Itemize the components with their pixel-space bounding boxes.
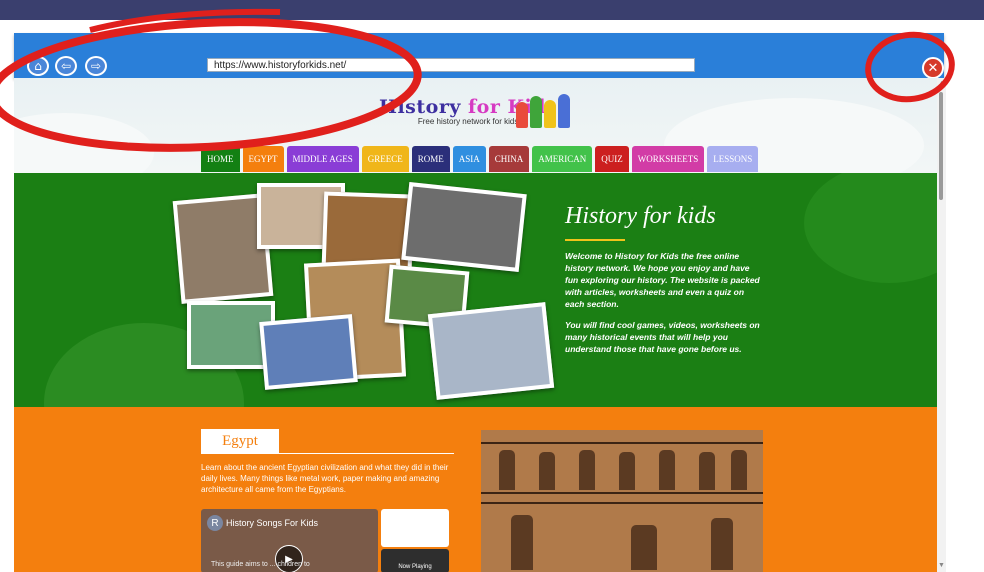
hero-title: History for kids — [565, 203, 716, 229]
photo-parthenon — [427, 302, 555, 400]
video-thumbnail[interactable] — [381, 509, 449, 547]
hero-paragraph-2: You will find cool games, videos, worksh… — [565, 320, 760, 354]
url-bar[interactable]: https://www.historyforkids.net/ — [207, 58, 695, 72]
page-scrollbar[interactable]: ▲ ▼ — [937, 78, 946, 572]
back-arrow-icon[interactable]: ⇦ — [55, 56, 77, 76]
nav-tab-middle-ages[interactable]: MIDDLE AGES — [286, 146, 359, 172]
hero-section: History for kids Welcome to History for … — [14, 173, 937, 407]
now-playing-thumbnail[interactable]: Now Playing — [381, 549, 449, 572]
video-caption: This guide aims to ... children to — [211, 561, 310, 568]
hero-paragraph-1: Welcome to History for Kids the free onl… — [565, 251, 760, 309]
nav-tab-asia[interactable]: ASIA — [452, 146, 486, 172]
egypt-heading[interactable]: Egypt — [201, 429, 279, 453]
nav-tab-american[interactable]: AMERICAN — [532, 146, 593, 172]
egyptian-papyrus-image — [481, 430, 763, 572]
nav-tab-egypt[interactable]: EGYPT — [242, 146, 284, 172]
scroll-thumb[interactable] — [939, 92, 943, 200]
nav-tab-china[interactable]: CHINA — [488, 146, 530, 172]
photo-collage — [172, 182, 555, 400]
nav-tab-greece[interactable]: GREECE — [361, 146, 409, 172]
egypt-section: Egypt Learn about the ancient Egyptian c… — [14, 407, 937, 572]
nav-tab-home[interactable]: HOME — [201, 146, 240, 172]
photo-colosseum — [259, 314, 358, 390]
nav-tab-rome[interactable]: ROME — [411, 146, 450, 172]
egypt-text: Learn about the ancient Egyptian civiliz… — [201, 463, 449, 494]
forward-arrow-icon[interactable]: ⇨ — [85, 56, 107, 76]
video-title[interactable]: History Songs For Kids — [226, 518, 318, 528]
nav-tab-quiz[interactable]: QUIZ — [595, 146, 629, 172]
home-icon[interactable]: ⌂ — [27, 56, 49, 76]
scroll-up-arrow-icon[interactable]: ▲ — [938, 80, 945, 87]
nav-tab-worksheets[interactable]: WORKSHEETS — [631, 146, 705, 172]
photo-war — [401, 182, 527, 272]
main-nav: HOME EGYPT MIDDLE AGES GREECE ROME ASIA CHINA A… — [201, 146, 759, 172]
close-icon[interactable]: ✕ — [922, 57, 944, 79]
nav-tab-lessons[interactable]: LESSONS — [707, 146, 759, 172]
scroll-down-arrow-icon[interactable]: ▼ — [938, 562, 945, 569]
web-page: History for Kids Free history network fo… — [14, 78, 937, 572]
channel-avatar[interactable]: R — [207, 515, 223, 531]
hill-decoration — [804, 173, 937, 283]
egypt-divider — [201, 453, 454, 454]
video-embed[interactable]: R History Songs For Kids ▶ This guide ai… — [201, 509, 378, 572]
kids-illustration — [514, 92, 578, 128]
hero-divider — [565, 239, 625, 241]
desktop-top-band — [0, 0, 984, 20]
